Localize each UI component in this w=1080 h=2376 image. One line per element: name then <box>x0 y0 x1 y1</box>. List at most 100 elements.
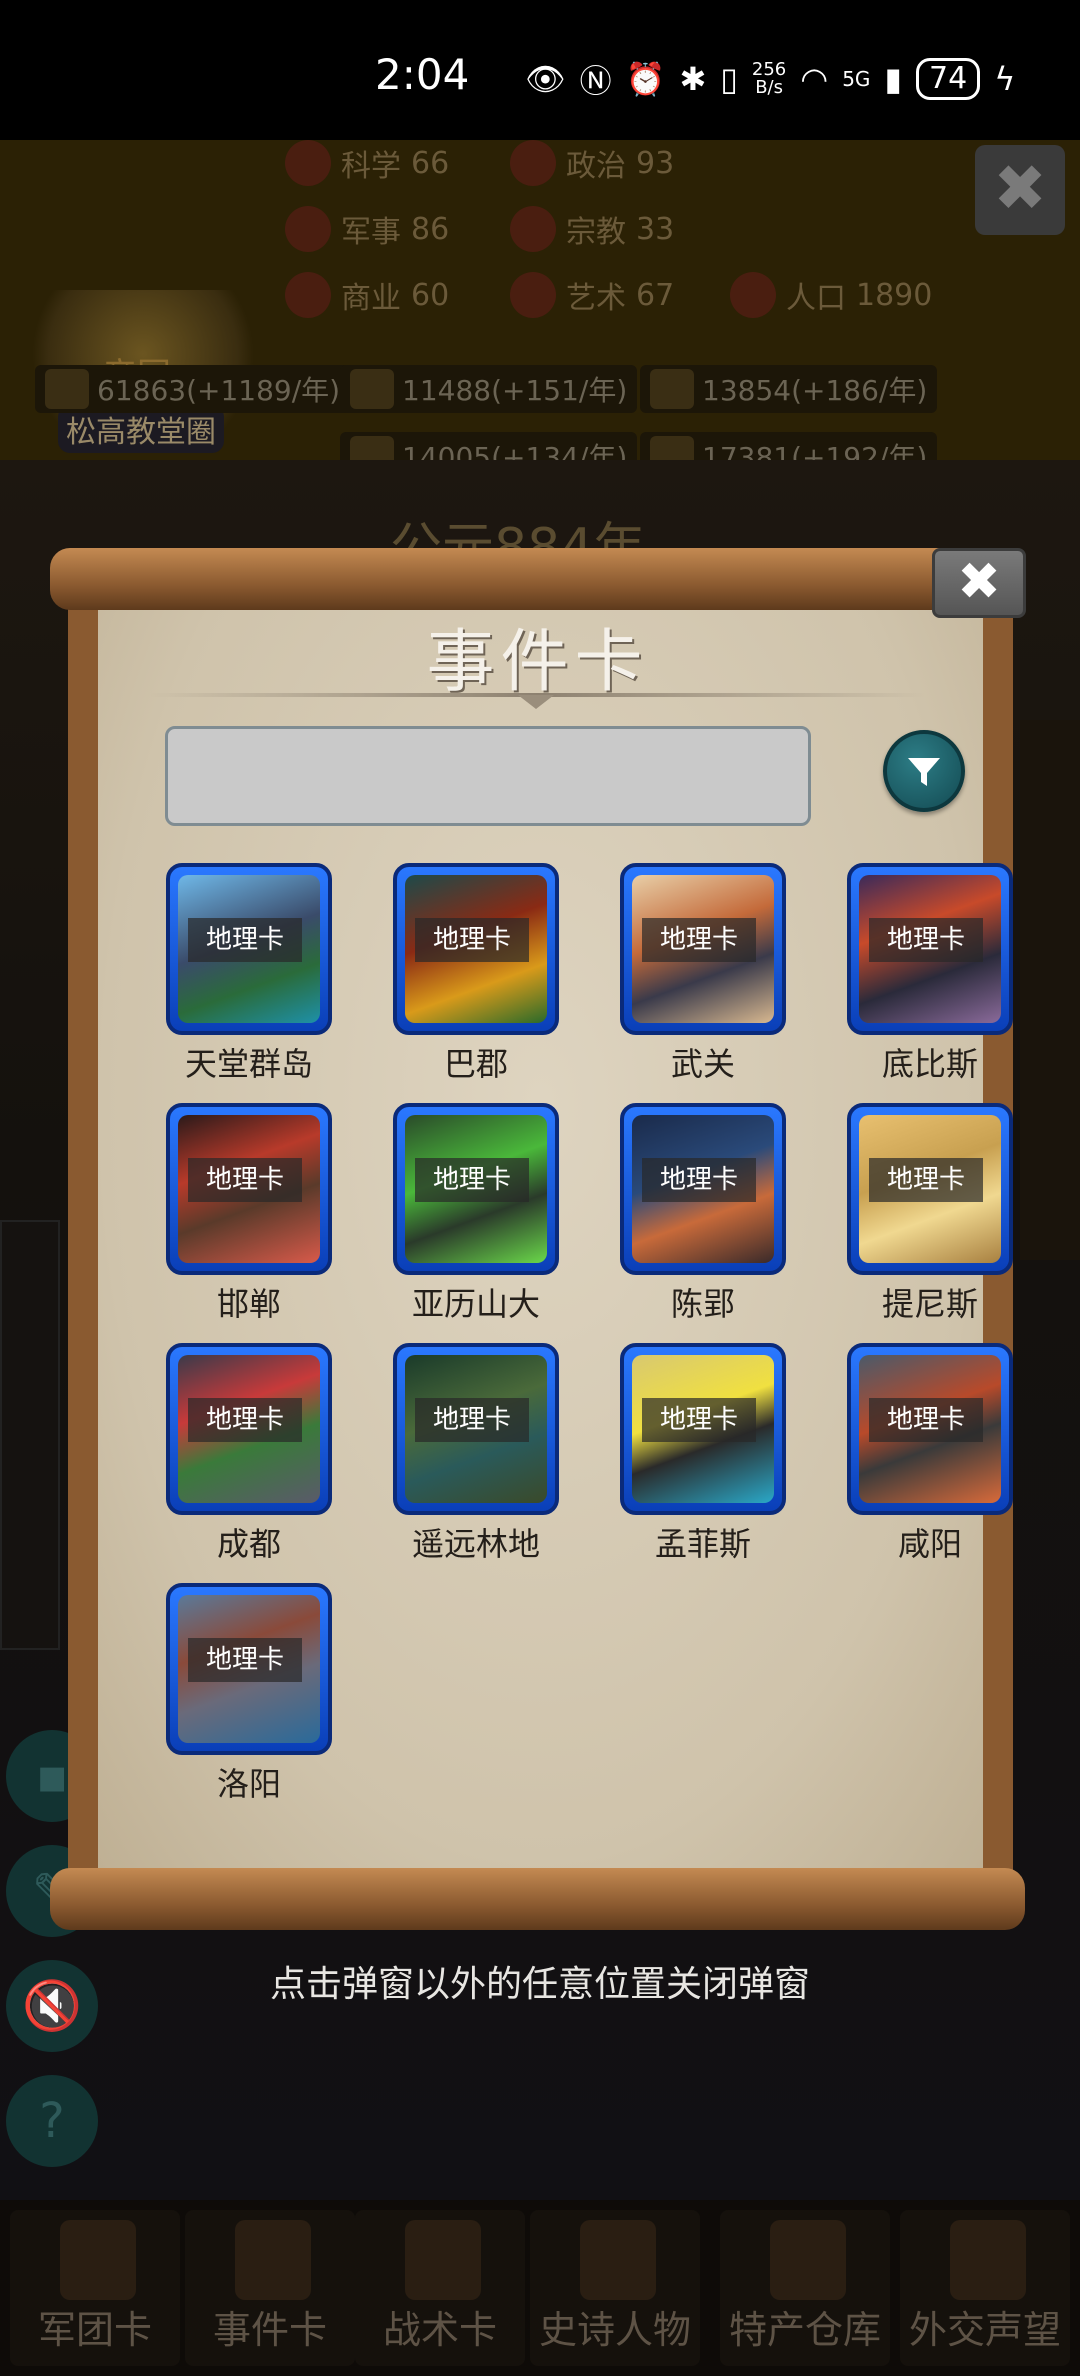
commerce-icon <box>285 272 331 318</box>
filter-icon <box>908 758 940 786</box>
card-name: 底比斯 <box>881 1045 978 1083</box>
card-type-tag: 地理卡 <box>188 1158 302 1202</box>
card-item[interactable]: 地理卡 亚历山大 <box>393 1103 563 1333</box>
crown-icon <box>580 2220 656 2300</box>
close-icon: ✖ <box>957 552 1001 612</box>
nav-tactic-cards[interactable]: 战术卡 <box>355 2210 525 2366</box>
card-item[interactable]: 地理卡 陈郢 <box>620 1103 790 1333</box>
scroll-icon <box>235 2220 311 2300</box>
background-panel-right <box>1020 720 1080 1260</box>
card-item[interactable]: 地理卡 武关 <box>620 863 790 1093</box>
card-type-tag: 地理卡 <box>188 1638 302 1682</box>
science-icon <box>285 140 331 186</box>
resource-gold: 61863(+1189/年) <box>35 365 351 413</box>
resource-stone: 13854(+186/年) <box>640 365 938 413</box>
card-item[interactable]: 地理卡 天堂群岛 <box>166 863 336 1093</box>
search-input[interactable] <box>165 726 811 826</box>
modal-close-button[interactable]: ✖ <box>932 548 1026 618</box>
card-item[interactable]: 地理卡 巴郡 <box>393 863 563 1093</box>
bluetooth-icon: ✱ <box>679 60 707 98</box>
modal-title: 事件卡 <box>426 623 649 702</box>
eye-icon: 👁 <box>525 60 566 98</box>
wood-icon <box>350 369 394 409</box>
bottom-nav: 军团卡 事件卡 战术卡 史诗人物 特产仓库 外交声望 <box>0 2200 1080 2376</box>
card-item[interactable]: 地理卡 提尼斯 <box>847 1103 1017 1333</box>
close-hint: 点击弹窗以外的任意位置关闭弹窗 <box>269 1964 810 2005</box>
card-item[interactable]: 地理卡 底比斯 <box>847 863 1017 1093</box>
religion-icon <box>510 206 556 252</box>
card-item[interactable]: 地理卡 洛阳 <box>166 1583 336 1813</box>
nav-legion-cards[interactable]: 军团卡 <box>10 2210 180 2366</box>
status-icons: 👁 Ⓝ ⏰ ✱ ▯ 256 B/s ◠ 5G ▮ 74 ϟ <box>525 56 1015 102</box>
card-type-tag: 地理卡 <box>188 918 302 962</box>
card-type-tag: 地理卡 <box>642 1158 756 1202</box>
net-speed: 256 B/s <box>751 59 787 98</box>
card-type-tag: 地理卡 <box>869 1398 983 1442</box>
scroll-rod-bottom <box>50 1868 1025 1930</box>
card-name: 遥远林地 <box>411 1525 540 1563</box>
card-item[interactable]: 地理卡 遥远林地 <box>393 1343 563 1573</box>
card-item[interactable]: 地理卡 成都 <box>166 1343 336 1573</box>
card-name: 咸阳 <box>897 1525 962 1563</box>
scroll-rod-top <box>50 548 1025 610</box>
stat-science: 科学 66 <box>285 140 449 186</box>
stat-politics: 政治 93 <box>510 140 674 186</box>
card-type-tag: 地理卡 <box>415 1398 529 1442</box>
card-name: 提尼斯 <box>881 1285 978 1323</box>
background-close-button[interactable]: ✖ <box>975 145 1065 235</box>
card-item[interactable]: 地理卡 咸阳 <box>847 1343 1017 1573</box>
helmet-icon <box>60 2220 136 2300</box>
empire-header: 帝国 松高教堂圈 科学 66 政治 93 军事 86 宗教 33 商业 60 艺… <box>0 140 1080 480</box>
card-name: 巴郡 <box>443 1045 508 1083</box>
card-name: 成都 <box>216 1525 281 1563</box>
envelope-icon <box>950 2220 1026 2300</box>
network-type: 5G <box>842 67 871 91</box>
card-item[interactable]: 地理卡 邯郸 <box>166 1103 336 1333</box>
military-icon <box>285 206 331 252</box>
card-name: 孟菲斯 <box>654 1525 751 1563</box>
card-name: 陈郢 <box>670 1285 735 1323</box>
nav-specialty-warehouse[interactable]: 特产仓库 <box>720 2210 890 2366</box>
stat-population: 人口 1890 <box>730 272 932 318</box>
resource-wood: 11488(+151/年) <box>340 365 638 413</box>
filter-button[interactable] <box>883 730 965 812</box>
event-card-modal: 事件卡 ✖ 地理卡 天堂群岛 地理卡 巴郡 地理卡 武关 地理卡 底比斯 地理卡… <box>50 548 1026 1938</box>
card-name: 邯郸 <box>216 1285 281 1323</box>
wifi-icon: ◠ <box>800 60 829 98</box>
card-name: 天堂群岛 <box>184 1045 313 1083</box>
nav-event-cards[interactable]: 事件卡 <box>185 2210 355 2366</box>
crossed-swords-icon <box>405 2220 481 2300</box>
art-icon <box>510 272 556 318</box>
stat-military: 军事 86 <box>285 206 449 252</box>
card-type-tag: 地理卡 <box>415 918 529 962</box>
battery-indicator: 74 <box>916 58 981 100</box>
card-type-tag: 地理卡 <box>642 1398 756 1442</box>
population-icon <box>730 272 776 318</box>
card-type-tag: 地理卡 <box>869 918 983 962</box>
status-bar: 2:04 👁 Ⓝ ⏰ ✱ ▯ 256 B/s ◠ 5G ▮ 74 ϟ <box>0 0 1080 150</box>
politics-icon <box>510 140 556 186</box>
signal-icon: ▮ <box>884 60 903 98</box>
card-name: 亚历山大 <box>411 1285 540 1323</box>
card-type-tag: 地理卡 <box>188 1398 302 1442</box>
card-item[interactable]: 地理卡 孟菲斯 <box>620 1343 790 1573</box>
question-icon: ? <box>39 2093 65 2149</box>
screen: 2:04 👁 Ⓝ ⏰ ✱ ▯ 256B/s ◠ 5G ▮ 74 ϟ 帝国 松高教… <box>0 0 1080 2376</box>
treasure-chest-icon <box>770 2220 846 2300</box>
stat-art: 艺术 67 <box>510 272 674 318</box>
card-name: 武关 <box>670 1045 735 1083</box>
stone-icon <box>650 369 694 409</box>
card-name: 洛阳 <box>216 1765 281 1803</box>
card-type-tag: 地理卡 <box>415 1158 529 1202</box>
divider-arrow <box>518 695 554 709</box>
card-type-tag: 地理卡 <box>642 918 756 962</box>
nav-diplomacy[interactable]: 外交声望 <box>900 2210 1070 2366</box>
nfc-icon: Ⓝ <box>579 62 612 100</box>
charging-icon: ϟ <box>994 60 1016 98</box>
vibrate-icon: ▯ <box>720 60 738 98</box>
nav-epic-heroes[interactable]: 史诗人物 <box>530 2210 700 2366</box>
card-type-tag: 地理卡 <box>869 1158 983 1202</box>
gold-icon <box>45 369 89 409</box>
stat-religion: 宗教 33 <box>510 206 674 252</box>
help-button[interactable]: ? <box>6 2075 98 2167</box>
